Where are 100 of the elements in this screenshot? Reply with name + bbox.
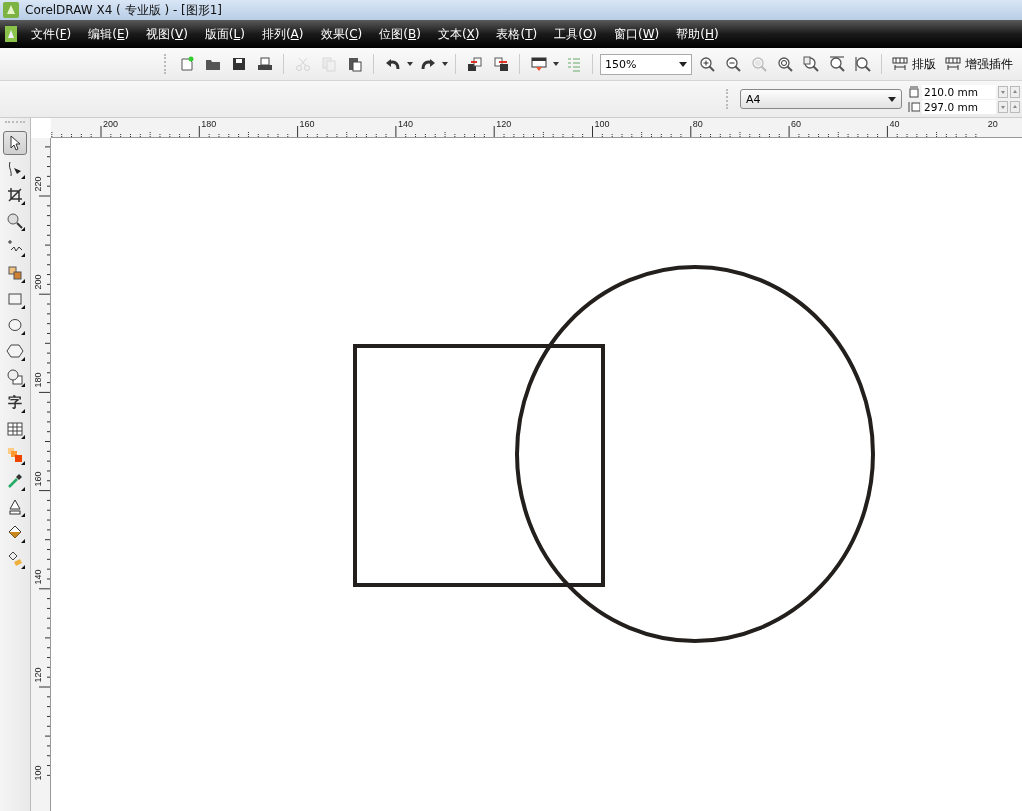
menu-item[interactable]: 版面(L): [202, 23, 247, 45]
ellipse-tool-icon: [6, 316, 24, 334]
menu-item[interactable]: 排列(A): [259, 23, 306, 45]
undo-icon: [384, 56, 401, 72]
ruler-label: 160: [32, 471, 44, 486]
spin-down-icon[interactable]: [998, 100, 1008, 113]
table-tool-icon: [6, 420, 24, 438]
print-icon: [256, 56, 273, 72]
menu-item[interactable]: 效果(C): [318, 23, 365, 45]
flyout-corner-icon: [21, 253, 25, 257]
paste-icon: [346, 56, 363, 72]
flyout-corner-icon: [21, 565, 25, 569]
app-logo-icon: [3, 2, 19, 18]
pick-tool[interactable]: [3, 131, 27, 155]
caret-icon[interactable]: [553, 62, 559, 66]
ruler-label: 200: [103, 119, 119, 129]
new-icon: [178, 56, 195, 72]
text-tool[interactable]: 字: [3, 391, 27, 415]
ruler-label: 120: [32, 668, 44, 682]
interactive-fill-tool-icon: [6, 550, 24, 568]
menu-item[interactable]: 编辑(E): [86, 23, 132, 45]
eyedropper-tool-icon: [6, 472, 24, 490]
ruler-label: 140: [397, 119, 413, 129]
zoom-selected-icon: [750, 56, 767, 72]
ruler-label: 140: [32, 569, 44, 584]
flyout-corner-icon: [21, 487, 25, 491]
flyout-corner-icon: [21, 331, 25, 335]
spin-up-icon[interactable]: [1010, 85, 1020, 98]
zoom-width-icon: [828, 56, 845, 72]
caret-icon: [679, 61, 687, 67]
spin-up-icon[interactable]: [1010, 100, 1020, 113]
polygon-tool-icon: [6, 342, 24, 360]
flyout-corner-icon: [21, 279, 25, 283]
ruler-label: 60: [791, 119, 802, 129]
menu-item[interactable]: 窗口(W): [612, 23, 662, 45]
zoom-field[interactable]: 150%: [600, 53, 692, 75]
flyout-corner-icon: [21, 513, 25, 517]
flyout-corner-icon: [21, 305, 25, 309]
menu-item[interactable]: 文件(F): [29, 23, 74, 45]
zoom-all-icon: [776, 56, 793, 72]
menu-item[interactable]: 位图(B): [377, 23, 423, 45]
zoom-height-icon: [854, 56, 871, 72]
zoom-tool-icon: [6, 212, 24, 230]
ruler-label: 120: [496, 119, 512, 129]
zoom-out-icon: [724, 56, 741, 72]
page-width-field[interactable]: 210.0 mm: [922, 84, 996, 99]
rectangle-tool-icon: [6, 290, 24, 308]
basic-shapes-tool-icon: [6, 368, 24, 386]
ellipse-shape[interactable]: [515, 265, 875, 643]
ruler-label: 40: [889, 119, 900, 129]
spin-down-icon[interactable]: [998, 85, 1008, 98]
flyout-corner-icon: [21, 435, 25, 439]
crop-tool-icon: [6, 186, 24, 204]
page-width-icon: [908, 85, 920, 98]
layout-icon: [945, 56, 961, 72]
toolbar-button[interactable]: 增强插件: [942, 55, 1016, 73]
window-title: CorelDRAW X4 ( 专业版 ) - [图形1]: [25, 1, 223, 19]
cut-icon: [294, 56, 311, 72]
flyout-corner-icon: [21, 383, 25, 387]
ruler-label: 80: [692, 119, 703, 129]
export-icon: [492, 56, 509, 72]
flyout-corner-icon: [21, 461, 25, 465]
rectangle-shape[interactable]: [353, 344, 605, 587]
ruler-label: 100: [32, 766, 44, 781]
launcher-icon: [530, 56, 547, 72]
blend-tool-icon: [6, 446, 24, 464]
save-icon: [230, 56, 247, 72]
flyout-corner-icon: [21, 175, 25, 179]
page-height-icon: [908, 100, 920, 113]
options-icon: [565, 56, 582, 72]
page-size-dropdown[interactable]: A4: [740, 89, 902, 109]
menu-item[interactable]: 文本(X): [435, 23, 482, 45]
redo-icon: [419, 56, 436, 72]
ruler-label: 180: [201, 119, 217, 129]
flyout-corner-icon: [21, 227, 25, 231]
outline-tool-icon: [6, 498, 24, 516]
page-height-field[interactable]: 297.0 mm: [922, 99, 996, 114]
zoom-in-icon: [698, 56, 715, 72]
flyout-corner-icon: [21, 357, 25, 361]
ruler-label: 200: [32, 275, 44, 290]
caret-icon[interactable]: [407, 62, 413, 66]
zoom-page-icon: [802, 56, 819, 72]
layout-icon: [892, 56, 908, 72]
flyout-corner-icon: [21, 539, 25, 543]
toolbar-button[interactable]: 排版: [889, 55, 939, 73]
import-icon: [466, 56, 483, 72]
ruler-label: 160: [299, 119, 315, 129]
menu-item[interactable]: 工具(O): [552, 23, 600, 45]
ruler-label: 220: [32, 177, 44, 191]
menu-item[interactable]: 视图(V): [144, 23, 190, 45]
flyout-corner-icon: [21, 201, 25, 205]
ruler-label: 180: [32, 373, 44, 388]
caret-icon[interactable]: [442, 62, 448, 66]
caret-icon: [888, 96, 896, 102]
ruler-label: 100: [594, 119, 610, 129]
menu-item[interactable]: 表格(T): [494, 23, 540, 45]
menu-item[interactable]: 帮助(H): [674, 23, 721, 45]
smart-fill-tool-icon: [6, 264, 24, 282]
copy-icon: [320, 56, 337, 72]
ruler-label: 20: [987, 119, 998, 129]
